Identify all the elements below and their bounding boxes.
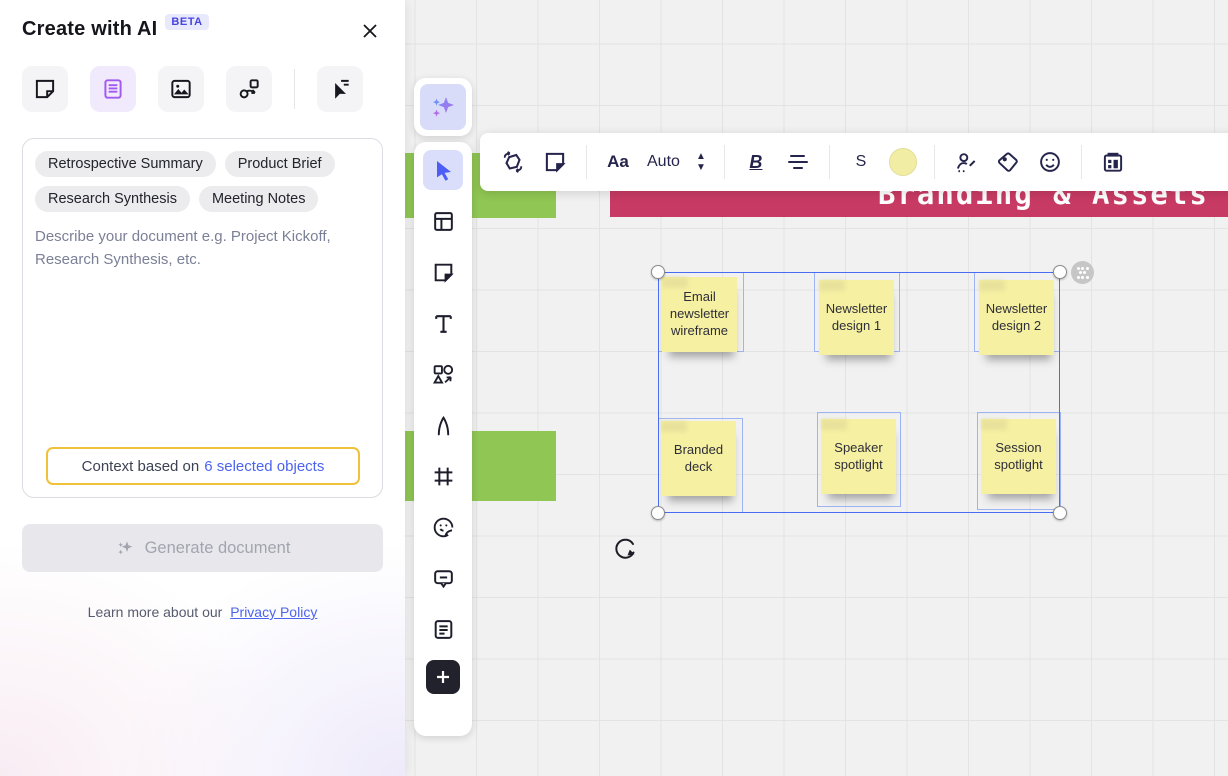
creation-toolbar	[414, 142, 472, 736]
stepper-up-icon[interactable]: ▲	[696, 153, 706, 161]
tools-divider	[294, 69, 295, 109]
resize-handle-se[interactable]	[1053, 506, 1067, 520]
select-cursor-icon[interactable]	[423, 150, 463, 190]
beta-badge: BETA	[165, 14, 208, 30]
tag-icon[interactable]	[989, 143, 1027, 181]
text-size-icon[interactable]: S	[842, 143, 880, 181]
toolbar-divider	[724, 145, 725, 179]
pen-icon[interactable]	[423, 405, 463, 445]
rotate-handle-icon[interactable]	[612, 535, 640, 563]
switch-type-icon[interactable]	[494, 143, 532, 181]
resize-handle-nw[interactable]	[651, 265, 665, 279]
object-format-toolbar: Aa Auto ▲ ▼ B S	[480, 133, 1228, 191]
shapes-icon[interactable]	[423, 354, 463, 394]
sticky-note-icon[interactable]	[536, 143, 574, 181]
document-icon[interactable]	[90, 66, 136, 112]
font-size-stepper[interactable]: ▲ ▼	[690, 153, 712, 172]
toolbar-divider	[829, 145, 830, 179]
chip-retrospective-summary[interactable]: Retrospective Summary	[35, 151, 216, 177]
align-icon[interactable]	[779, 143, 817, 181]
sparkle-icon	[115, 538, 135, 558]
generate-button-label: Generate document	[145, 539, 291, 558]
font-icon[interactable]: Aa	[599, 143, 637, 181]
page-title: Create with AI	[22, 18, 157, 41]
context-indicator: Context based on 6 selected objects	[46, 447, 360, 485]
resize-handle-sw[interactable]	[651, 506, 665, 520]
select-objects-icon[interactable]	[317, 66, 363, 112]
ai-assist-button[interactable]	[414, 78, 472, 136]
prompt-card: Retrospective Summary Product Brief Rese…	[22, 138, 383, 498]
toolbar-divider	[586, 145, 587, 179]
chip-product-brief[interactable]: Product Brief	[225, 151, 335, 177]
sticky-note-icon[interactable]	[423, 252, 463, 292]
comment-icon[interactable]	[423, 558, 463, 598]
sticker-icon[interactable]	[423, 507, 463, 547]
context-prefix: Context based on	[82, 458, 200, 475]
assign-icon[interactable]	[947, 143, 985, 181]
add-more-icon[interactable]	[426, 660, 460, 694]
frame-icon[interactable]	[423, 456, 463, 496]
toolbar-divider	[934, 145, 935, 179]
font-size-value[interactable]: Auto	[641, 143, 686, 181]
selection-rectangle[interactable]	[658, 272, 1060, 513]
emoji-icon[interactable]	[1031, 143, 1069, 181]
resize-handle-ne[interactable]	[1053, 265, 1067, 279]
toolbar-divider	[1081, 145, 1082, 179]
selection-context-menu-handle[interactable]	[1071, 261, 1094, 284]
privacy-policy-link[interactable]: Privacy Policy	[230, 604, 317, 620]
create-with-ai-panel: Create with AI BETA	[0, 0, 405, 776]
flowchart-icon[interactable]	[226, 66, 272, 112]
bold-icon[interactable]: B	[737, 143, 775, 181]
stepper-down-icon[interactable]: ▼	[696, 164, 706, 172]
document-icon[interactable]	[423, 609, 463, 649]
selected-objects-link[interactable]: 6 selected objects	[204, 458, 324, 475]
learn-more-text: Learn more about our	[88, 604, 223, 620]
close-icon[interactable]	[357, 18, 383, 44]
chip-meeting-notes[interactable]: Meeting Notes	[199, 186, 319, 212]
chip-research-synthesis[interactable]: Research Synthesis	[35, 186, 190, 212]
generate-document-button[interactable]: Generate document	[22, 524, 383, 572]
document-description-input[interactable]: Describe your document e.g. Project Kick…	[35, 226, 345, 271]
board-icon[interactable]	[1094, 143, 1132, 181]
sticky-note-icon[interactable]	[22, 66, 68, 112]
ai-sparkle-icon	[420, 84, 466, 130]
color-swatch[interactable]	[884, 143, 922, 181]
templates-icon[interactable]	[423, 201, 463, 241]
image-icon[interactable]	[158, 66, 204, 112]
text-icon[interactable]	[423, 303, 463, 343]
